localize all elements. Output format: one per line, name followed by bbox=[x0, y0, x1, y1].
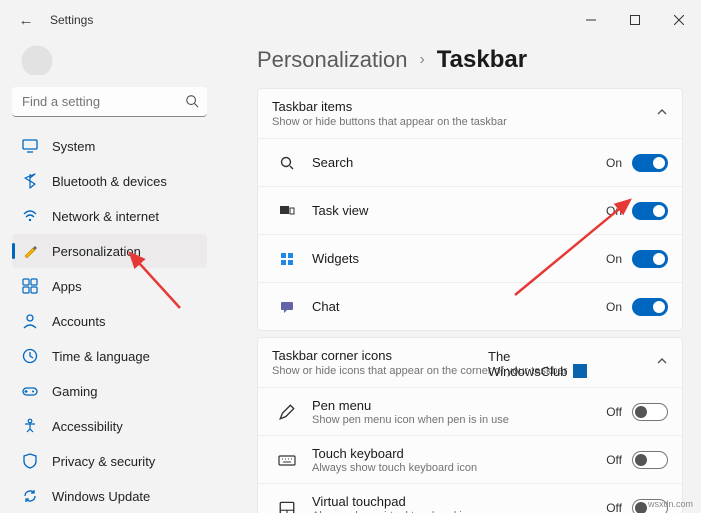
window-title: Settings bbox=[50, 13, 93, 27]
toggle-search[interactable] bbox=[632, 154, 668, 172]
person-icon bbox=[22, 313, 38, 329]
nav-privacy[interactable]: Privacy & security bbox=[12, 444, 207, 478]
nav-update[interactable]: Windows Update bbox=[12, 479, 207, 513]
back-button[interactable]: ← bbox=[12, 12, 40, 29]
taskview-icon bbox=[272, 203, 302, 219]
gamepad-icon bbox=[22, 383, 38, 399]
search-input[interactable] bbox=[12, 87, 207, 117]
titlebar: ← Settings bbox=[0, 0, 701, 40]
panel-corner-icons: Taskbar corner icons Show or hide icons … bbox=[257, 337, 683, 513]
minimize-button[interactable] bbox=[569, 4, 613, 36]
toggle-widgets[interactable] bbox=[632, 250, 668, 268]
row-chat: Chat On bbox=[258, 282, 682, 330]
nav-system[interactable]: System bbox=[12, 129, 207, 163]
chevron-up-icon bbox=[656, 106, 668, 121]
nav-apps[interactable]: Apps bbox=[12, 269, 207, 303]
row-taskview: Task view On bbox=[258, 186, 682, 234]
breadcrumb: Personalization › Taskbar bbox=[257, 46, 683, 74]
widgets-icon bbox=[272, 251, 302, 267]
panel-head-items[interactable]: Taskbar items Show or hide buttons that … bbox=[258, 89, 682, 138]
wifi-icon bbox=[22, 208, 38, 224]
accessibility-icon bbox=[22, 418, 38, 434]
bluetooth-icon bbox=[22, 173, 38, 189]
nav-personalization[interactable]: Personalization bbox=[12, 234, 207, 268]
apps-icon bbox=[22, 278, 38, 294]
nav-accessibility[interactable]: Accessibility bbox=[12, 409, 207, 443]
search-icon bbox=[272, 155, 302, 171]
toggle-chat[interactable] bbox=[632, 298, 668, 316]
nav-bluetooth[interactable]: Bluetooth & devices bbox=[12, 164, 207, 198]
toggle-touch-keyboard[interactable] bbox=[632, 451, 668, 469]
panel-taskbar-items: Taskbar items Show or hide buttons that … bbox=[257, 88, 683, 331]
row-touch-keyboard: Touch keyboardAlways show touch keyboard… bbox=[258, 435, 682, 483]
pen-icon bbox=[272, 403, 302, 421]
maximize-button[interactable] bbox=[613, 4, 657, 36]
paint-icon bbox=[22, 243, 38, 259]
content-area: Personalization › Taskbar Taskbar items … bbox=[215, 40, 701, 513]
touchpad-icon bbox=[272, 499, 302, 513]
nav-list: System Bluetooth & devices Network & int… bbox=[12, 129, 207, 513]
nav-accounts[interactable]: Accounts bbox=[12, 304, 207, 338]
row-widgets: Widgets On bbox=[258, 234, 682, 282]
account-area[interactable] bbox=[12, 40, 207, 75]
system-icon bbox=[22, 138, 38, 154]
nav-network[interactable]: Network & internet bbox=[12, 199, 207, 233]
toggle-pen[interactable] bbox=[632, 403, 668, 421]
clock-icon bbox=[22, 348, 38, 364]
update-icon bbox=[22, 488, 38, 504]
row-search: Search On bbox=[258, 138, 682, 186]
chevron-up-icon bbox=[656, 355, 668, 370]
chevron-right-icon: › bbox=[419, 51, 424, 69]
search-icon bbox=[185, 94, 199, 111]
row-pen: Pen menuShow pen menu icon when pen is i… bbox=[258, 387, 682, 435]
sidebar: System Bluetooth & devices Network & int… bbox=[0, 40, 215, 513]
panel-head-corner[interactable]: Taskbar corner icons Show or hide icons … bbox=[258, 338, 682, 387]
toggle-taskview[interactable] bbox=[632, 202, 668, 220]
row-virtual-touchpad: Virtual touchpadAlways show virtual touc… bbox=[258, 483, 682, 513]
shield-icon bbox=[22, 453, 38, 469]
close-button[interactable] bbox=[657, 4, 701, 36]
breadcrumb-parent[interactable]: Personalization bbox=[257, 47, 407, 73]
nav-time[interactable]: Time & language bbox=[12, 339, 207, 373]
keyboard-icon bbox=[272, 451, 302, 469]
search-box bbox=[12, 87, 207, 117]
source-mark: wsxdn.com bbox=[648, 499, 693, 509]
page-title: Taskbar bbox=[437, 46, 527, 74]
nav-gaming[interactable]: Gaming bbox=[12, 374, 207, 408]
chat-icon bbox=[272, 299, 302, 315]
